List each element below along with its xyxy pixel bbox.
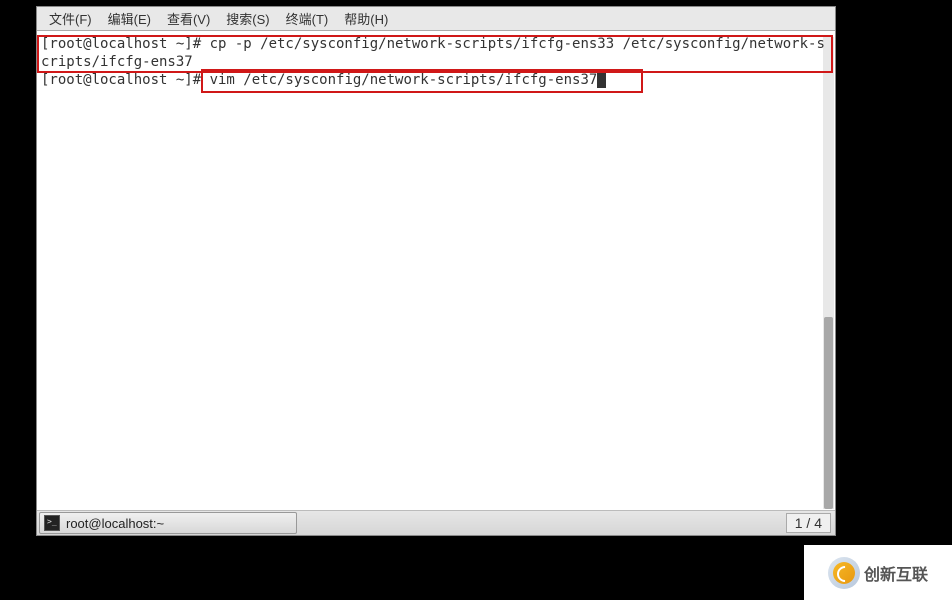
menu-file[interactable]: 文件(F) bbox=[41, 7, 100, 30]
menu-help[interactable]: 帮助(H) bbox=[336, 7, 396, 30]
menu-edit[interactable]: 编辑(E) bbox=[100, 7, 159, 30]
terminal-line-1: [root@localhost ~]# cp -p /etc/sysconfig… bbox=[41, 35, 831, 71]
terminal-content[interactable]: [root@localhost ~]# cp -p /etc/sysconfig… bbox=[37, 31, 835, 510]
command-vim: vim /etc/sysconfig/network-scripts/ifcfg… bbox=[210, 72, 598, 88]
taskbar-item-terminal[interactable]: root@localhost:~ bbox=[39, 512, 297, 534]
taskbar-item-label: root@localhost:~ bbox=[66, 516, 164, 531]
terminal-line-2: [root@localhost ~]# vim /etc/sysconfig/n… bbox=[41, 71, 831, 89]
pager-text: 1 / 4 bbox=[795, 515, 822, 531]
logo-text: 创新互联 bbox=[864, 561, 928, 585]
terminal-lines: [root@localhost ~]# cp -p /etc/sysconfig… bbox=[39, 33, 833, 91]
terminal-window: 文件(F) 编辑(E) 查看(V) 搜索(S) 终端(T) 帮助(H) [roo… bbox=[36, 6, 836, 536]
menu-bar: 文件(F) 编辑(E) 查看(V) 搜索(S) 终端(T) 帮助(H) bbox=[37, 7, 835, 31]
watermark-logo: 创新互联 bbox=[804, 545, 952, 600]
cursor bbox=[597, 73, 606, 88]
taskbar: root@localhost:~ 1 / 4 bbox=[37, 510, 835, 535]
workspace-pager[interactable]: 1 / 4 bbox=[786, 513, 831, 533]
prompt: [root@localhost ~]# bbox=[41, 72, 210, 88]
menu-view[interactable]: 查看(V) bbox=[159, 7, 218, 30]
logo-icon bbox=[828, 557, 860, 589]
scrollbar-thumb[interactable] bbox=[824, 317, 833, 509]
menu-search[interactable]: 搜索(S) bbox=[218, 7, 277, 30]
scrollbar-vertical[interactable] bbox=[823, 37, 834, 509]
menu-terminal[interactable]: 终端(T) bbox=[278, 7, 337, 30]
terminal-icon bbox=[44, 515, 60, 531]
